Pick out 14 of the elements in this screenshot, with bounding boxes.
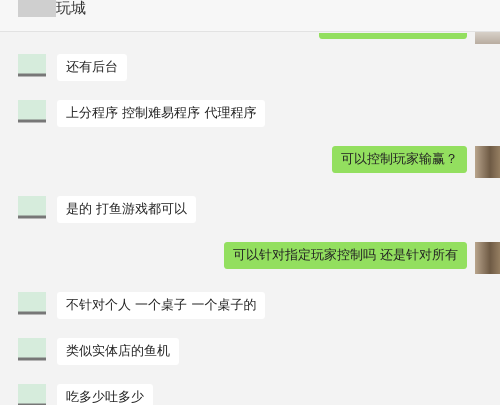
message-bubble: 可以针对指定玩家控制吗 还是针对所有 xyxy=(224,242,467,269)
message-bubble: 可以控制玩家输赢？ xyxy=(332,146,467,173)
chat-title: 玩城 xyxy=(56,0,86,17)
avatar xyxy=(475,242,500,274)
avatar xyxy=(18,384,46,405)
avatar xyxy=(475,146,500,178)
message-bubble: 还有后台 xyxy=(57,54,127,81)
blurred-name xyxy=(18,0,56,17)
message-bubble: 类似实体店的鱼机 xyxy=(57,338,179,365)
avatar xyxy=(475,32,500,44)
message-bubble: 是的 打鱼游戏都可以 xyxy=(57,196,196,223)
message-bubble: 上分程序 控制难易程序 代理程序 xyxy=(57,100,266,127)
message-bubble: 吃多少吐多少 xyxy=(57,384,153,405)
message-bubble: 不针对个人 一个桌子 一个桌子的 xyxy=(57,292,266,319)
